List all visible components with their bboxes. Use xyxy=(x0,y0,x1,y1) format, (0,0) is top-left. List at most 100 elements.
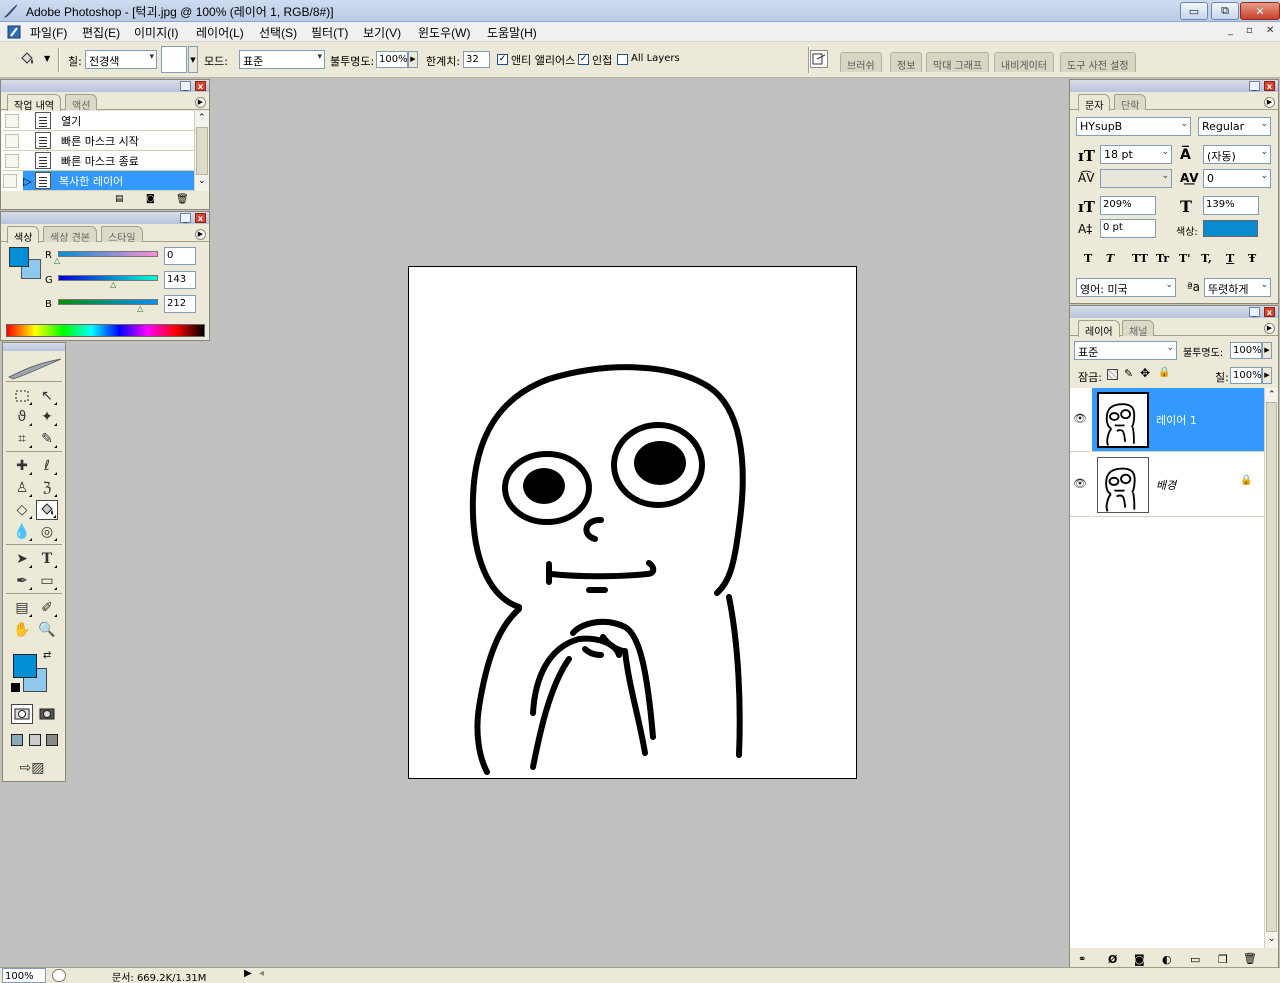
strikethrough-button[interactable]: Ŧ xyxy=(1248,252,1256,265)
opacity-input[interactable]: 100% xyxy=(376,51,408,68)
tab-paragraph[interactable]: 단락 xyxy=(1114,94,1147,112)
layer-fill-arrow-icon[interactable]: ▶ xyxy=(1262,367,1272,384)
scroll-thumb[interactable] xyxy=(1266,402,1277,932)
panel-menu-icon[interactable]: ▶ xyxy=(1264,323,1275,334)
layer-opacity-arrow-icon[interactable]: ▶ xyxy=(1262,342,1272,359)
font-family-select[interactable]: HYsupB ⌄ xyxy=(1076,117,1191,136)
full-screen-mode-icon[interactable] xyxy=(46,734,58,746)
minimize-button[interactable]: ▭ xyxy=(1180,2,1208,20)
scroll-left-icon[interactable]: ◂ xyxy=(259,968,264,979)
channel-r-slider[interactable] xyxy=(58,251,158,257)
doc-restore-button[interactable]: ▫ xyxy=(1246,25,1253,36)
well-tab-info[interactable]: 정보 xyxy=(890,52,923,72)
blur-tool-icon[interactable]: 💧 xyxy=(11,522,33,542)
panel-minimize-button[interactable]: _ xyxy=(180,213,191,223)
type-tool-icon[interactable]: T xyxy=(36,549,58,569)
adobe-online-feather-icon[interactable] xyxy=(7,355,63,381)
scroll-up-icon[interactable]: ⌃ xyxy=(198,113,206,123)
menu-select[interactable]: 선택(S) xyxy=(259,24,297,41)
hand-tool-icon[interactable]: ✋ xyxy=(11,620,33,640)
move-tool-icon[interactable]: ↖ xyxy=(36,386,58,406)
status-menu-arrow-icon[interactable]: ▶ xyxy=(244,968,252,979)
lock-transparency-icon[interactable] xyxy=(1107,369,1118,380)
tab-character[interactable]: 문자 xyxy=(1078,94,1111,112)
maximize-button[interactable]: ⧉ xyxy=(1211,2,1239,20)
preset-dropdown-arrow-icon[interactable]: ▼ xyxy=(44,54,50,63)
layer-visibility-cell[interactable]: 👁 xyxy=(1070,453,1090,517)
channel-g-slider[interactable] xyxy=(58,275,158,281)
channel-b-slider[interactable] xyxy=(58,299,158,305)
pattern-swatch[interactable] xyxy=(161,46,187,73)
magic-wand-tool-icon[interactable]: ✦ xyxy=(36,407,58,427)
history-snapshot-box[interactable] xyxy=(5,154,19,168)
menu-filter[interactable]: 필터(T) xyxy=(311,24,348,41)
tab-swatches[interactable]: 색상 견본 xyxy=(43,226,97,244)
panel-close-button[interactable]: x xyxy=(195,213,206,223)
history-snapshot-box[interactable] xyxy=(3,174,17,188)
brush-tool-icon[interactable]: ℓ xyxy=(36,456,58,476)
document-icon[interactable] xyxy=(6,24,22,40)
doc-close-button[interactable]: ✕ xyxy=(1266,25,1274,36)
language-select[interactable]: 영어: 미국 ⌄ xyxy=(1076,278,1176,297)
panel-close-button[interactable]: x xyxy=(1264,81,1275,91)
panel-menu-icon[interactable]: ▶ xyxy=(195,229,206,240)
panel-menu-icon[interactable]: ▶ xyxy=(1264,97,1275,108)
leading-select[interactable]: (자동) ⌄ xyxy=(1203,145,1271,164)
panel-minimize-button[interactable]: _ xyxy=(1249,81,1260,91)
panel-close-button[interactable]: x xyxy=(195,81,206,91)
horizontal-scale-input[interactable]: 139% xyxy=(1203,196,1259,215)
adjustment-layer-icon[interactable]: ◐ xyxy=(1162,953,1172,966)
history-snapshot-box[interactable] xyxy=(5,134,19,148)
layer-style-icon[interactable]: Ø xyxy=(1108,953,1117,966)
faux-italic-button[interactable]: T xyxy=(1106,252,1114,265)
contiguous-checkbox[interactable]: ✓ xyxy=(578,54,589,65)
baseline-shift-input[interactable]: 0 pt xyxy=(1100,219,1156,238)
superscript-button[interactable]: T' xyxy=(1179,252,1191,265)
channel-r-slider-thumb[interactable]: △ xyxy=(54,257,62,265)
lock-all-icon[interactable]: 🔒 xyxy=(1158,367,1170,378)
lock-position-icon[interactable]: ✥ xyxy=(1140,366,1150,380)
close-button[interactable]: ✕ xyxy=(1240,2,1280,20)
tracking-select[interactable]: 0 ⌄ xyxy=(1203,169,1271,188)
lock-pixels-icon[interactable]: ✎ xyxy=(1124,367,1133,380)
zoom-tool-icon[interactable]: 🔍 xyxy=(36,620,58,640)
new-document-from-state-icon[interactable]: ▤ xyxy=(115,194,124,204)
menu-edit[interactable]: 편집(E) xyxy=(82,24,120,41)
new-group-icon[interactable]: ▭ xyxy=(1190,953,1200,966)
paint-bucket-tool-icon[interactable] xyxy=(36,500,58,520)
vertical-scale-input[interactable]: 209% xyxy=(1100,196,1156,215)
font-style-select[interactable]: Regular ⌄ xyxy=(1198,117,1271,136)
layer-opacity-input[interactable]: 100% xyxy=(1230,342,1262,359)
channel-b-slider-thumb[interactable]: △ xyxy=(137,305,145,313)
new-snapshot-icon[interactable]: ◙ xyxy=(146,194,155,204)
tab-styles[interactable]: 스타일 xyxy=(101,226,143,244)
document-canvas[interactable] xyxy=(408,266,857,779)
channel-r-input[interactable]: 0 xyxy=(164,247,196,265)
history-brush-tool-icon[interactable]: ℨ xyxy=(36,478,58,498)
all-caps-button[interactable]: TT xyxy=(1132,252,1148,265)
layers-scrollbar[interactable]: ⌃ ⌄ xyxy=(1264,388,1278,948)
channel-g-input[interactable]: 143 xyxy=(164,271,196,289)
layer-row-layer-1[interactable]: 레이어 1 xyxy=(1092,388,1264,452)
font-size-select[interactable]: 18 pt ⌄ xyxy=(1100,145,1172,164)
full-screen-menu-mode-icon[interactable] xyxy=(29,734,41,746)
layer-visibility-cell[interactable]: 👁 xyxy=(1070,388,1090,452)
zoom-level-input[interactable]: 100% xyxy=(2,968,46,983)
doc-minimize-button[interactable]: _ xyxy=(1228,25,1233,36)
antialias-checkbox[interactable]: ✓ xyxy=(497,54,508,65)
notes-tool-icon[interactable]: ▤ xyxy=(11,598,33,618)
foreground-color-swatch[interactable] xyxy=(9,247,29,267)
kerning-select[interactable]: ⌄ xyxy=(1100,169,1172,188)
trash-icon[interactable]: 🗑 xyxy=(176,194,189,205)
history-item-selected[interactable]: 복사한 레이어 xyxy=(23,171,194,191)
layer-name[interactable]: 배경 xyxy=(1156,477,1176,493)
history-item[interactable]: 열기 xyxy=(3,111,194,131)
standard-screen-mode-icon[interactable] xyxy=(11,734,23,746)
healing-brush-tool-icon[interactable]: ✚ xyxy=(11,456,33,476)
text-color-swatch[interactable] xyxy=(1203,220,1258,237)
clone-stamp-tool-icon[interactable]: ♙ xyxy=(11,478,33,498)
tab-color[interactable]: 색상 xyxy=(7,226,40,244)
panel-menu-icon[interactable]: ▶ xyxy=(195,97,206,108)
jump-to-imageready-icon[interactable]: ⇨▨ xyxy=(11,758,53,778)
slice-tool-icon[interactable]: ✎ xyxy=(36,429,58,449)
